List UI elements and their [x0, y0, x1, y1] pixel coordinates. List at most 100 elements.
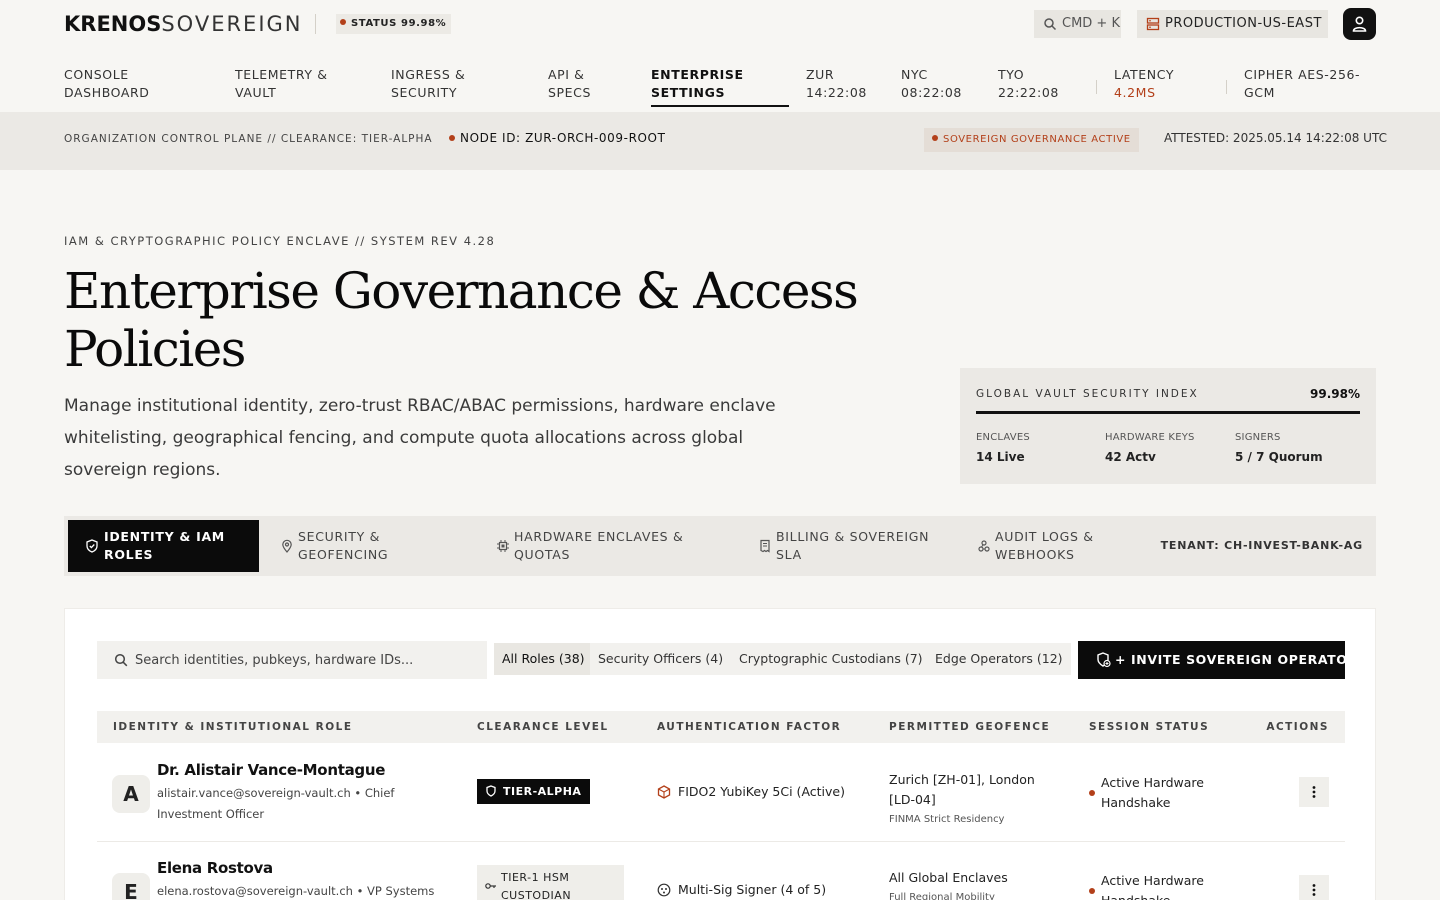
tenant-label: TENANT: CH-INVEST-BANK-AG: [1160, 539, 1363, 552]
stat-value: 14 Live: [976, 450, 1025, 464]
column-header[interactable]: AUTHENTICATION FACTOR: [657, 721, 841, 733]
filter-all-roles[interactable]: All Roles (38): [494, 643, 593, 675]
nav-label-line: CONSOLE: [64, 67, 129, 82]
latency-label: LATENCY: [1114, 67, 1175, 82]
clock-zurich: ZUR 14:22:08: [806, 66, 867, 102]
control-context: ORGANIZATION CONTROL PLANE // CLEARANCE:…: [64, 133, 433, 145]
latency-value: 4.2MS: [1114, 85, 1156, 100]
filter-edge-operators[interactable]: Edge Operators (12): [927, 643, 1071, 675]
nav-label-line: VAULT: [235, 85, 277, 100]
page-description: Manage institutional identity, zero-trus…: [64, 396, 776, 480]
identity-name[interactable]: Elena Rostova: [157, 859, 273, 877]
geofence: All Global Enclaves Full Regional Mobili…: [889, 868, 1064, 900]
page-eyebrow: IAM & CRYPTOGRAPHIC POLICY ENCLAVE // SY…: [64, 234, 496, 248]
filter-cryptographic-custodians[interactable]: Cryptographic Custodians (7): [731, 643, 931, 675]
nav-label-line: API &: [548, 67, 585, 82]
user-menu-button[interactable]: [1343, 8, 1376, 40]
stat-label: SIGNERS: [1235, 432, 1281, 443]
geofence-policy: Full Regional Mobility: [889, 892, 995, 900]
node-dot-icon: [449, 134, 455, 141]
nav-label-line: SPECS: [548, 85, 592, 100]
auth-factor-label: Multi-Sig Signer (4 of 5): [678, 882, 827, 897]
governance-label: SOVEREIGN GOVERNANCE ACTIVE: [943, 134, 1131, 145]
shield-plus-icon: [1097, 652, 1111, 668]
tab-billing-sla[interactable]: BILLING & SOVEREIGN SLA: [758, 520, 948, 572]
clearance-badge: TIER-ALPHA: [477, 779, 591, 804]
nav-ingress-security[interactable]: INGRESS & SECURITY: [391, 66, 465, 102]
security-index-title: GLOBAL VAULT SECURITY INDEX: [976, 388, 1199, 400]
search-icon: [1044, 18, 1057, 31]
table-row[interactable]: E Elena Rostova elena.rostova@sovereign-…: [97, 841, 1345, 900]
filter-security-officers[interactable]: Security Officers (4): [590, 643, 732, 675]
identity-search-input[interactable]: [135, 651, 475, 669]
node-id-label: NODE ID: ZUR-ORCH-009-ROOT: [460, 131, 666, 145]
tab-label-line: SLA: [776, 547, 802, 562]
page-title-line: Policies: [64, 320, 246, 378]
command-search-label: CMD + K: [1062, 16, 1120, 31]
column-header[interactable]: CLEARANCE LEVEL: [477, 721, 609, 733]
latency-readout: LATENCY 4.2MS: [1114, 66, 1174, 102]
avatar: A: [112, 775, 150, 813]
identity-search-field[interactable]: [97, 641, 487, 679]
clock-tokyo: TYO 22:22:08: [998, 66, 1059, 102]
search-icon: [114, 653, 128, 667]
nav-api-specs[interactable]: API & SPECS: [548, 66, 591, 102]
divider: [1096, 80, 1097, 94]
chip-icon: [497, 540, 509, 552]
clock-time: 14:22:08: [806, 85, 867, 100]
tab-label-line: AUDIT LOGS &: [995, 529, 1094, 544]
tab-hardware-enclaves[interactable]: HARDWARE ENCLAVES & QUOTAS: [496, 520, 706, 572]
receipt-icon: [760, 539, 770, 553]
clearance-label: TIER-1 HSM: [501, 871, 570, 884]
nav-console-dashboard[interactable]: CONSOLE DASHBOARD: [64, 66, 150, 102]
nav-label-line: DASHBOARD: [64, 85, 150, 100]
attested-timestamp: ATTESTED: 2025.05.14 14:22:08 UTC: [1164, 131, 1387, 145]
server-icon: [1146, 17, 1160, 31]
stat-label: HARDWARE KEYS: [1105, 432, 1195, 443]
node-id: NODE ID: ZUR-ORCH-009-ROOT: [449, 131, 666, 145]
column-header[interactable]: PERMITTED GEOFENCE: [889, 721, 1050, 733]
identity-directory-panel: All Roles (38) Security Officers (4) Cry…: [64, 608, 1376, 900]
page-title: Enterprise Governance & Access Policies: [64, 262, 864, 378]
environment-selector[interactable]: PRODUCTION-US-EAST: [1137, 10, 1328, 38]
invite-operator-button[interactable]: + INVITE SOVEREIGN OPERATOR: [1078, 641, 1357, 679]
tab-audit-logs[interactable]: AUDIT LOGS & WEBHOOKS: [977, 520, 1137, 572]
cipher-label-line: CIPHER AES-256-: [1244, 67, 1361, 82]
security-index-bar: [976, 411, 1360, 414]
nav-label-line: ENTERPRISE: [651, 67, 744, 82]
tab-identity-iam[interactable]: IDENTITY & IAM ROLES: [68, 520, 259, 572]
divider: [315, 14, 316, 34]
geofence-regions: All Global Enclaves: [889, 870, 1008, 885]
row-actions-button[interactable]: [1299, 777, 1329, 807]
tab-security-geofencing[interactable]: SECURITY & GEOFENCING: [280, 520, 470, 572]
status-label: STATUS 99.98%: [351, 18, 447, 29]
brand-logo[interactable]: KRENOSSOVEREIGN: [64, 12, 303, 36]
clearance-label: CUSTODIAN: [501, 889, 572, 900]
column-header[interactable]: SESSION STATUS: [1089, 721, 1209, 733]
status-dot-icon: [340, 19, 346, 25]
row-actions-button[interactable]: [1299, 875, 1329, 900]
nav-telemetry-vault[interactable]: TELEMETRY & VAULT: [235, 66, 328, 102]
control-plane-bar: ORGANIZATION CONTROL PLANE // CLEARANCE:…: [0, 112, 1440, 170]
column-header[interactable]: IDENTITY & INSTITUTIONAL ROLE: [113, 721, 353, 733]
governance-badge: SOVEREIGN GOVERNANCE ACTIVE: [924, 128, 1139, 152]
top-bar: KRENOSSOVEREIGN STATUS 99.98% CMD + K PR…: [0, 0, 1440, 110]
more-vertical-icon: [1312, 786, 1316, 798]
tab-label-line: SECURITY &: [298, 529, 381, 544]
map-pin-icon: [282, 539, 292, 553]
stat-label: ENCLAVES: [976, 432, 1030, 443]
tab-label-line: WEBHOOKS: [995, 547, 1075, 562]
nav-enterprise-settings[interactable]: ENTERPRISE SETTINGS: [651, 66, 744, 102]
command-search-button[interactable]: CMD + K: [1034, 10, 1121, 38]
clock-city: ZUR: [806, 67, 835, 82]
shield-icon: [486, 785, 496, 797]
nav-label-line: TELEMETRY &: [235, 67, 328, 82]
clock-city: NYC: [901, 67, 928, 82]
avatar: E: [112, 873, 150, 900]
page-title-line: Enterprise Governance & Access: [64, 262, 859, 320]
security-index-value: 99.98%: [1310, 387, 1360, 401]
geofence: Zurich [ZH-01], London [LD-04] FINMA Str…: [889, 770, 1064, 828]
table-row[interactable]: A Dr. Alistair Vance-Montague alistair.v…: [97, 743, 1345, 841]
identity-name[interactable]: Dr. Alistair Vance-Montague: [157, 761, 385, 779]
session-status-label: Active Hardware Handshake: [1101, 775, 1204, 810]
